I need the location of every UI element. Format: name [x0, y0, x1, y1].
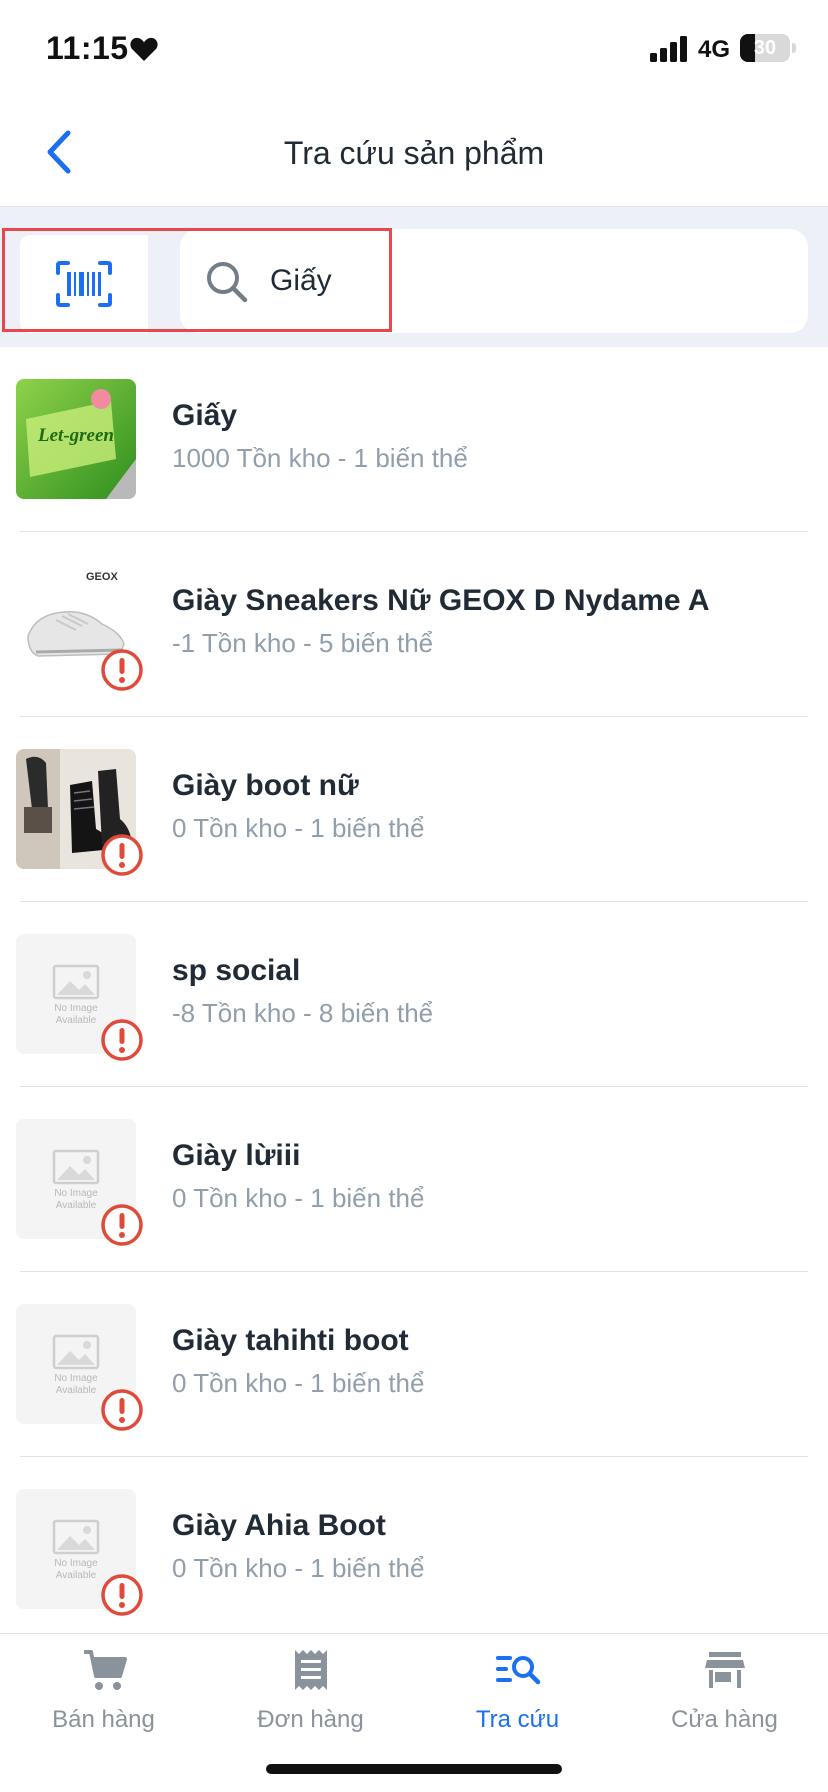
warning-icon [101, 834, 143, 876]
nav-label: Tra cứu [475, 1706, 560, 1733]
product-stock-info: 0 Tồn kho - 1 biến thể [172, 1183, 425, 1213]
product-stock-info: 0 Tồn kho - 1 biến thể [172, 813, 425, 843]
nav-label: Đơn hàng [257, 1706, 364, 1733]
product-list: Let-green Giấy 1000 Tồn kho - 1 biến thể GE… [0, 347, 828, 1633]
cart-icon [84, 1650, 127, 1690]
product-name: Giày tahihti boot [172, 1324, 409, 1357]
search-input[interactable] [270, 249, 790, 313]
product-stock-info: 0 Tồn kho - 1 biến thể [172, 1553, 425, 1583]
svg-text:No Image: No Image [54, 1003, 98, 1014]
tab-store[interactable]: Cửa hàng [621, 1634, 828, 1754]
product-list-item[interactable]: Let-green Giấy 1000 Tồn kho - 1 biến thể [0, 347, 828, 532]
heart-icon [130, 37, 158, 61]
lookup-icon [496, 1656, 541, 1685]
svg-text:No Image: No Image [54, 1188, 98, 1199]
warning-icon [101, 1204, 143, 1246]
status-bar: 11:15 4G 30 [0, 0, 828, 100]
warning-icon [101, 1019, 143, 1061]
svg-text:Available: Available [56, 1385, 97, 1396]
network-type: 4G [698, 36, 731, 63]
product-thumbnail-image: Let-green [16, 379, 136, 499]
barcode-scan-icon [56, 261, 112, 307]
search-box[interactable] [180, 229, 808, 333]
tab-cart[interactable]: Bán hàng [0, 1634, 207, 1754]
home-indicator [266, 1764, 562, 1774]
tab-receipt[interactable]: Đơn hàng [207, 1634, 414, 1754]
nav-label: Bán hàng [52, 1706, 155, 1733]
product-stock-info: 0 Tồn kho - 1 biến thể [172, 1368, 425, 1398]
barcode-scan-button[interactable] [20, 235, 148, 333]
signal-icon [650, 36, 687, 62]
warning-icon [101, 1574, 143, 1616]
status-time: 11:15 [46, 30, 129, 66]
product-name: Giày boot nữ [172, 769, 359, 802]
svg-text:Available: Available [56, 1015, 97, 1026]
product-list-item[interactable]: No Image Available sp social -8 Tồn kho - 8… [0, 902, 828, 1087]
svg-text:Let-green: Let-green [37, 425, 114, 446]
product-list-item[interactable]: GEOX Giày Sneakers Nữ GEOX D Nydame A -1 T… [0, 532, 828, 717]
svg-text:GEOX: GEOX [86, 571, 118, 583]
tab-lookup[interactable]: Tra cứu [414, 1634, 621, 1754]
battery-cap [792, 43, 796, 53]
product-thumbnail: Let-green [16, 379, 136, 499]
product-list-item[interactable]: No Image Available Giày tahihti boot 0 Tồn … [0, 1272, 828, 1457]
svg-text:No Image: No Image [54, 1373, 98, 1384]
chevron-left-icon [47, 130, 71, 174]
back-button[interactable] [34, 122, 84, 182]
product-list-item[interactable]: Giày boot nữ 0 Tồn kho - 1 biến thể [0, 717, 828, 902]
product-list-item[interactable]: No Image Available Giày Ahia Boot 0 Tồn kho… [0, 1457, 828, 1633]
search-icon [207, 262, 248, 303]
product-stock-info: -8 Tồn kho - 8 biến thể [172, 998, 434, 1028]
page-title: Tra cứu sản phẩm [283, 135, 545, 171]
battery-icon: 30 [740, 34, 790, 62]
search-area [0, 207, 828, 347]
product-list-item[interactable]: No Image Available Giày lừiii 0 Tồn kho - 1… [0, 1087, 828, 1272]
product-name: Giày lừiii [172, 1139, 301, 1172]
product-name: sp social [172, 954, 301, 987]
warning-icon [101, 649, 143, 691]
svg-text:Available: Available [56, 1570, 97, 1581]
svg-text:No Image: No Image [54, 1558, 98, 1569]
warning-icon [101, 1389, 143, 1431]
header: Tra cứu sản phẩm [0, 100, 828, 207]
product-name: Giày Ahia Boot [172, 1509, 386, 1542]
store-icon [705, 1652, 745, 1688]
product-stock-info: -1 Tồn kho - 5 biến thể [172, 628, 434, 658]
product-name: Giấy [172, 399, 238, 432]
product-name: Giày Sneakers Nữ GEOX D Nydame A [172, 584, 710, 617]
product-stock-info: 1000 Tồn kho - 1 biến thể [172, 443, 468, 473]
nav-label: Cửa hàng [671, 1706, 778, 1733]
battery-percent: 30 [753, 37, 777, 59]
receipt-icon [295, 1650, 327, 1690]
svg-text:Available: Available [56, 1200, 97, 1211]
